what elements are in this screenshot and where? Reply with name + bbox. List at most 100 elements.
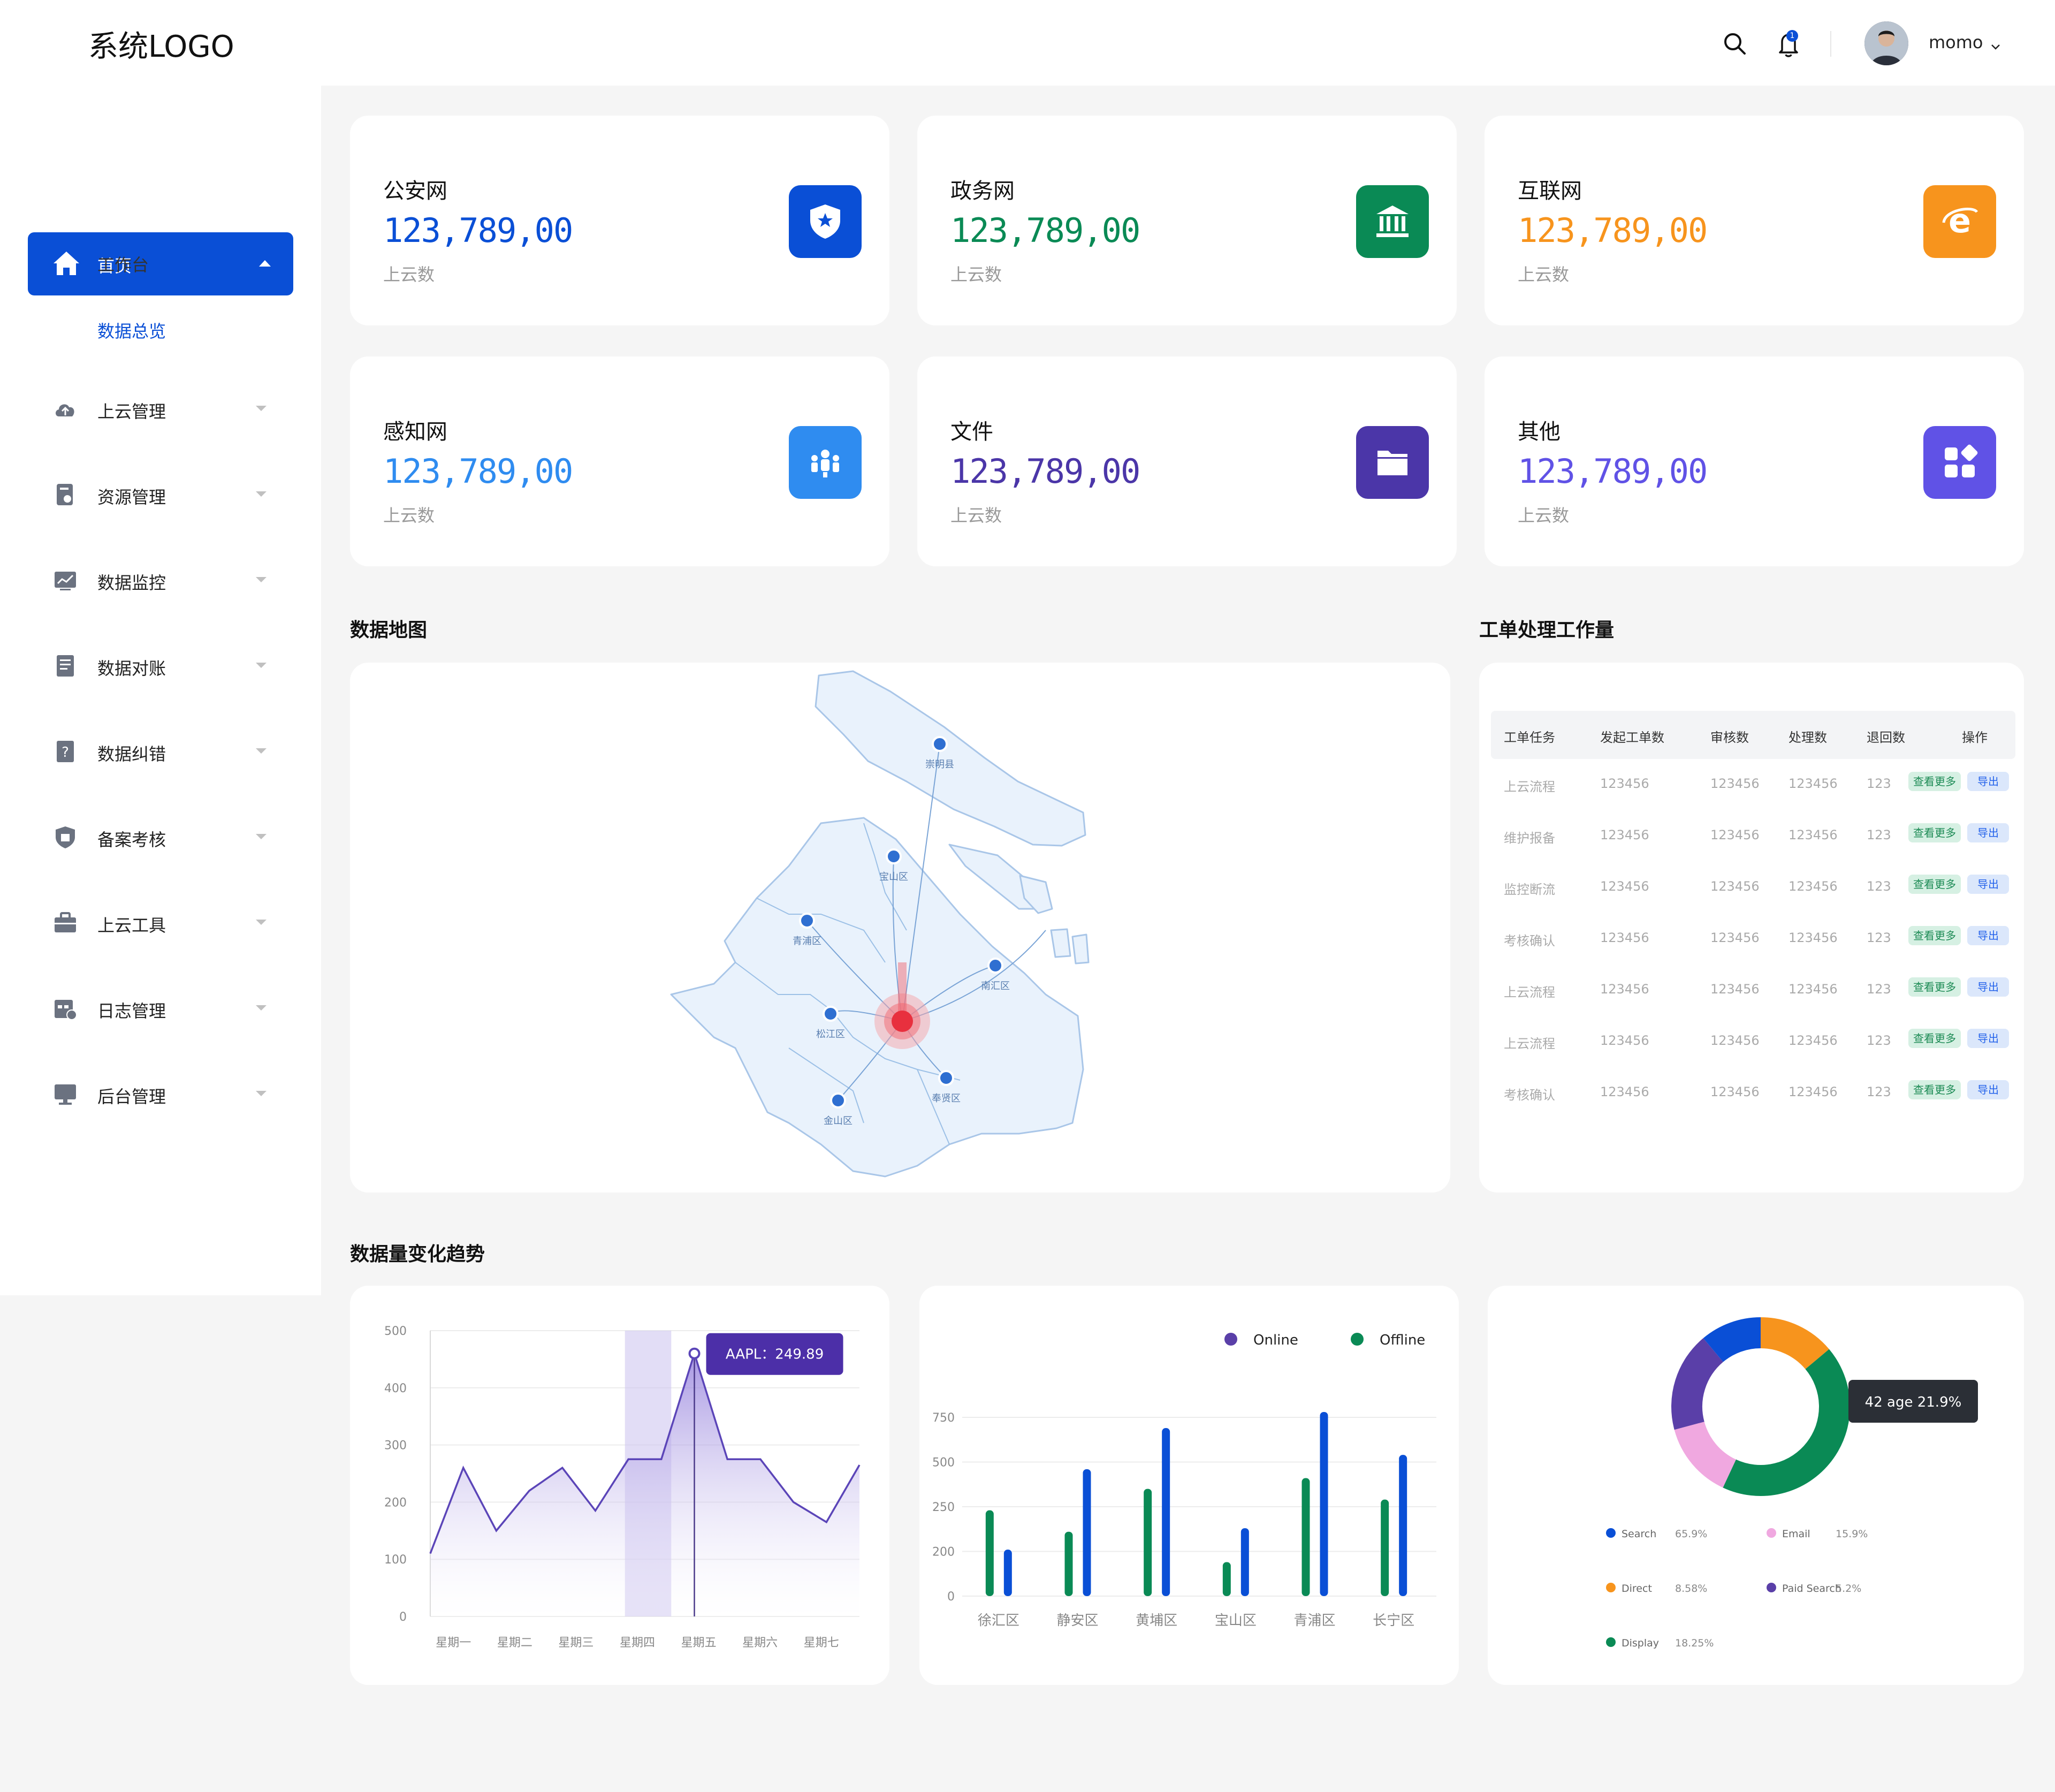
view-more-button[interactable]: 查看更多 xyxy=(1908,1029,1961,1048)
people-network-icon xyxy=(789,426,862,499)
bar-online xyxy=(1240,1528,1249,1596)
sidebar-item-logs[interactable]: 日志管理 xyxy=(0,986,321,1029)
svg-text:e: e xyxy=(1949,201,1971,240)
y-tick-label: 200 xyxy=(384,1496,407,1509)
map-section-title: 数据地图 xyxy=(350,619,428,641)
table-cell: 123456 xyxy=(1600,1033,1649,1048)
legend-label-offline: Offline xyxy=(1380,1332,1425,1348)
export-button[interactable]: 导出 xyxy=(1967,926,2009,945)
table-cell: 上云流程 xyxy=(1504,779,1555,794)
stat-card-files[interactable]: 文件 123,789,00 上云数 xyxy=(917,356,1457,566)
sidebar-item-label: 日志管理 xyxy=(97,1001,166,1021)
chevron-down-icon[interactable] xyxy=(1989,40,2003,54)
bar-chart[interactable]: 0 200 250 500 750 徐汇区 静安区 黄埔区 宝山区 青浦区 长宁区 Online Off… xyxy=(919,1286,1459,1685)
donut-slice xyxy=(1674,1421,1737,1488)
legend-dot xyxy=(1606,1637,1616,1647)
sidebar-item-label: 数据对账 xyxy=(97,658,166,679)
table-header: 工单任务 发起工单数 审核数 处理数 退回数 操作 xyxy=(1491,711,2015,759)
table-cell: 上云流程 xyxy=(1504,985,1555,1000)
sidebar-item-home[interactable]: 首页 xyxy=(28,232,293,295)
view-more-button[interactable]: 查看更多 xyxy=(1908,875,1961,894)
x-tick-label: 星期一 xyxy=(436,1636,471,1650)
sidebar-item-monitor[interactable]: 数据监控 xyxy=(0,558,321,601)
stat-title: 互联网 xyxy=(1518,179,1582,203)
stat-subtitle: 上云数 xyxy=(1518,505,1570,526)
sidebar-item-correction[interactable]: ? 数据纠错 xyxy=(0,729,321,772)
view-more-button[interactable]: 查看更多 xyxy=(1908,926,1961,945)
sidebar-item-cloud[interactable]: 上云管理 xyxy=(0,386,321,429)
table-cell: 123456 xyxy=(1788,982,1838,997)
stat-value: 123,789,00 xyxy=(383,211,573,250)
stat-card-internet[interactable]: 互联网 123,789,00 上云数 e xyxy=(1485,116,2024,325)
stat-subtitle: 上云数 xyxy=(383,505,435,526)
legend-label: Direct xyxy=(1622,1583,1652,1594)
sidebar-subitem-workbench[interactable]: 工作台 xyxy=(97,252,149,276)
stat-card-sensing[interactable]: 感知网 123,789,00 上云数 xyxy=(350,356,889,566)
export-button[interactable]: 导出 xyxy=(1967,1029,2009,1048)
table-cell: 123456 xyxy=(1788,930,1838,945)
map-label-baoshan: 宝山区 xyxy=(879,871,908,883)
caret-down-icon xyxy=(256,920,267,925)
stat-title: 公安网 xyxy=(383,179,447,203)
table-cell: 123456 xyxy=(1600,982,1649,997)
table-cell: 123456 xyxy=(1710,879,1760,894)
caret-down-icon xyxy=(256,834,267,839)
export-button[interactable]: 导出 xyxy=(1967,1080,2009,1099)
table-cell: 考核确认 xyxy=(1504,933,1555,948)
tooltip-text: 42 age 21.9% xyxy=(1865,1394,1962,1410)
stat-value: 123,789,00 xyxy=(950,211,1140,250)
home-icon xyxy=(54,252,79,275)
legend-label: Search xyxy=(1622,1528,1656,1540)
shanghai-map[interactable]: 崇明县 宝山区 青浦区 南汇区 松江区 奉贤区 金山区 xyxy=(350,663,1450,1193)
sidebar-item-label: 上云工具 xyxy=(97,915,166,936)
export-button[interactable]: 导出 xyxy=(1967,823,2009,842)
legend-label: Display xyxy=(1622,1637,1659,1649)
avatar[interactable] xyxy=(1864,21,1908,65)
sidebar-item-resources[interactable]: 资源管理 xyxy=(0,472,321,515)
stat-card-government[interactable]: 政务网 123,789,00 上云数 xyxy=(917,116,1457,325)
caret-down-icon xyxy=(256,577,267,582)
legend-dot xyxy=(1606,1528,1616,1538)
sidebar-item-tools[interactable]: 上云工具 xyxy=(0,900,321,943)
sidebar-item-label: 后台管理 xyxy=(97,1087,166,1107)
sidebar-item-record[interactable]: 备案考核 xyxy=(0,815,321,857)
header-divider xyxy=(1830,31,1831,57)
donut-chart[interactable]: 42 age 21.9% Search 65.9% Email 15.9% Direct 8… xyxy=(1488,1286,2024,1685)
sidebar: 首页 工作台 数据总览 上云管理 资源管理 数据监控 数据对账 ? 数据纠错 备… xyxy=(0,86,321,1295)
y-tick-label: 750 xyxy=(932,1411,955,1425)
export-button[interactable]: 导出 xyxy=(1967,875,2009,894)
sidebar-item-admin[interactable]: 后台管理 xyxy=(0,1072,321,1114)
caret-up-icon xyxy=(259,260,271,267)
table-cell: 123456 xyxy=(1710,1084,1760,1099)
view-more-button[interactable]: 查看更多 xyxy=(1908,823,1961,842)
stat-value: 123,789,00 xyxy=(950,452,1140,491)
username[interactable]: momo xyxy=(1929,32,1983,52)
view-more-button[interactable]: 查看更多 xyxy=(1908,772,1961,791)
folder-icon xyxy=(1356,426,1429,499)
area-chart[interactable]: 0 100 200 300 400 500 AAPL：249.89 星期一 星期二 星期三 星期四 星… xyxy=(350,1286,889,1685)
col-header-returned: 退回数 xyxy=(1867,730,1905,745)
x-tick-label: 星期四 xyxy=(620,1636,655,1650)
stat-card-other[interactable]: 其他 123,789,00 上云数 xyxy=(1485,356,2024,566)
export-button[interactable]: 导出 xyxy=(1967,772,2009,791)
stat-title: 政务网 xyxy=(950,179,1015,203)
sidebar-subitem-data-overview[interactable]: 数据总览 xyxy=(97,318,166,343)
workload-section-title: 工单处理工作量 xyxy=(1479,619,1615,641)
bar-online xyxy=(1399,1455,1407,1596)
calendar-clock-icon xyxy=(55,1000,77,1020)
search-icon[interactable] xyxy=(1722,31,1747,56)
export-button[interactable]: 导出 xyxy=(1967,977,2009,997)
caret-down-icon xyxy=(256,1005,267,1011)
stat-subtitle: 上云数 xyxy=(1518,264,1570,285)
stat-value: 123,789,00 xyxy=(1518,211,1708,250)
table-cell: 123 xyxy=(1867,982,1891,997)
x-tick-label: 星期六 xyxy=(742,1636,778,1650)
view-more-button[interactable]: 查看更多 xyxy=(1908,1080,1961,1099)
y-tick-label: 500 xyxy=(384,1325,407,1338)
sidebar-item-reconcile[interactable]: 数据对账 xyxy=(0,643,321,686)
stat-card-police[interactable]: 公安网 123,789,00 上云数 xyxy=(350,116,889,325)
col-header-processed: 处理数 xyxy=(1788,730,1827,745)
legend-value: 65.9% xyxy=(1675,1528,1707,1540)
col-header-actions: 操作 xyxy=(1962,730,1988,745)
view-more-button[interactable]: 查看更多 xyxy=(1908,977,1961,997)
